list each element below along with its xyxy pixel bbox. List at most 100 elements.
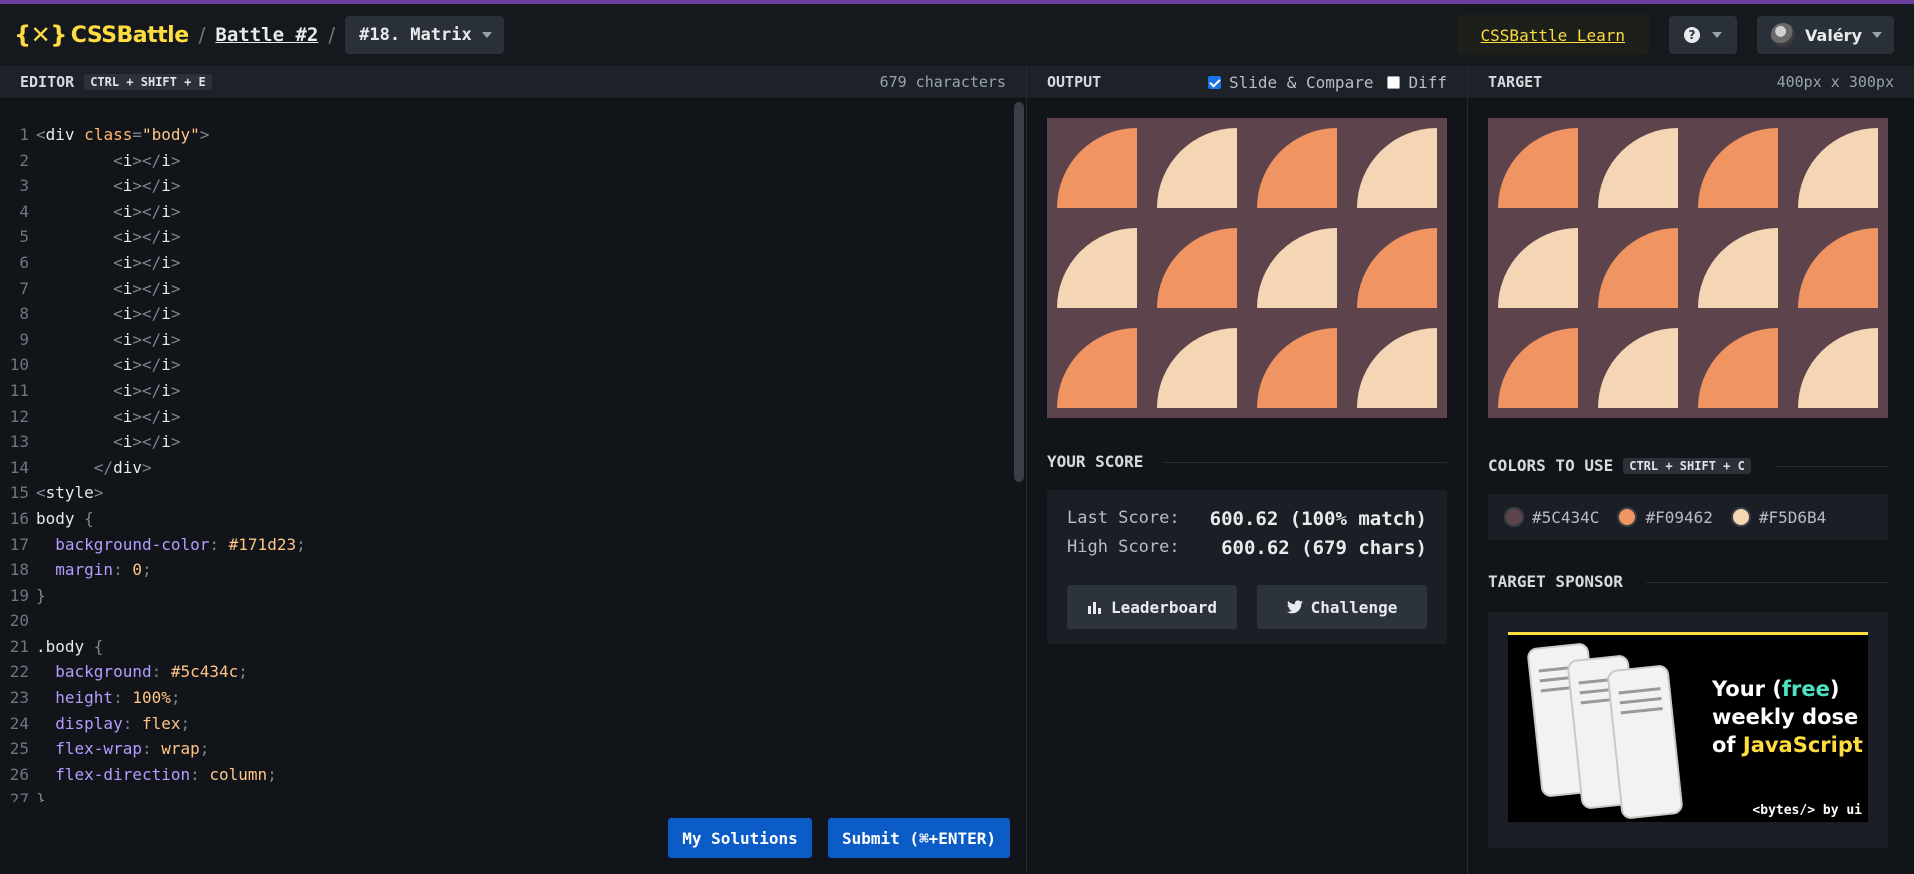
code-editor[interactable]: 1 < div class = "body" >2 < i ></i >3 < i ></i >4 <… (0, 122, 1010, 802)
quarter-circle-tile (1698, 228, 1778, 308)
color-swatch[interactable]: #F5D6B4 (1730, 507, 1826, 527)
output-header: OUTPUT Slide & Compare Diff (1027, 66, 1467, 98)
high-score-value: 600.62 (679 chars) (1221, 537, 1427, 559)
submit-button[interactable]: Submit (⌘+ENTER) (828, 818, 1010, 858)
quarter-circle-tile (1798, 328, 1878, 408)
code-token: i (161, 380, 171, 400)
code-token: > (199, 125, 210, 144)
twitter-icon (1286, 600, 1303, 614)
leaderboard-button[interactable]: Leaderboard (1067, 585, 1237, 629)
logo[interactable]: {✕} CSSBattle (14, 21, 189, 49)
code-token: "body" (141, 125, 200, 144)
score-card: Last Score: 600.62 (100% match) High Sco… (1047, 490, 1447, 644)
line-number: 20 (9, 611, 29, 631)
sponsor-ad[interactable]: Your (free) weekly dose of JavaScript <b… (1508, 632, 1868, 822)
line-number: 5 (19, 227, 29, 247)
code-line: 13 < i ></i > (0, 429, 1010, 455)
code-token: > (170, 150, 181, 170)
code-token: } (36, 790, 46, 802)
output-canvas[interactable] (1047, 118, 1447, 418)
color-hex-label: #5C434C (1532, 507, 1600, 527)
slide-compare-checkbox[interactable]: Slide & Compare (1207, 73, 1373, 92)
code-token: ></ (132, 355, 162, 375)
code-token: ></ (132, 252, 162, 272)
code-token: 100% (132, 688, 171, 708)
avatar (1771, 23, 1796, 47)
help-menu-button[interactable]: ? (1669, 16, 1738, 54)
breadcrumb-battle-link[interactable]: Battle #2 (215, 24, 318, 46)
target-panel: TARGET 400px x 300px COLORS TO USE CTRL … (1468, 66, 1914, 874)
header: {✕} CSSBattle / Battle #2 / #18. Matrix … (0, 4, 1914, 66)
target-select[interactable]: #18. Matrix (345, 16, 504, 54)
editor-shortcut: CTRL + SHIFT + E (84, 74, 212, 90)
line-number: 15 (9, 483, 29, 503)
leaderboard-label: Leaderboard (1111, 597, 1217, 617)
code-token: ></ (132, 278, 162, 298)
color-swatch[interactable]: #5C434C (1504, 507, 1599, 527)
code-token: i (161, 304, 171, 324)
code-token: > (170, 380, 181, 400)
code-token: wrap (161, 739, 200, 759)
quarter-circle-tile (1257, 128, 1337, 208)
quarter-circle-tile (1357, 128, 1437, 208)
code-token: i (161, 150, 171, 170)
last-score-row: Last Score: 600.62 (100% match) (1067, 508, 1427, 530)
sponsor-headline: Your (free) weekly dose of JavaScript (1712, 677, 1863, 757)
code-token: } (36, 585, 46, 605)
line-number: 8 (19, 304, 29, 324)
code-line: 21 .body { (0, 634, 1010, 660)
colors-shortcut: CTRL + SHIFT + C (1623, 457, 1751, 474)
learn-link[interactable]: CSSBattle Learn (1456, 15, 1650, 55)
quarter-circle-tile (1357, 328, 1437, 408)
sponsor-title: TARGET SPONSOR (1488, 572, 1623, 591)
sponsor-brand: <bytes/> by ui (1752, 803, 1862, 818)
editor-title: EDITOR (20, 73, 75, 91)
code-token: { (84, 508, 94, 528)
chevron-down-icon (1712, 32, 1723, 38)
code-token: ></ (132, 201, 162, 221)
code-line: 1 < div class = "body" > (0, 122, 1010, 148)
line-number: 14 (9, 457, 29, 477)
code-token: ; (296, 534, 306, 554)
code-token: i (161, 329, 171, 349)
code-token: > (170, 355, 181, 375)
code-token: ></ (132, 176, 162, 196)
line-number: 7 (19, 278, 29, 298)
challenge-button[interactable]: Challenge (1257, 585, 1427, 629)
code-token: i (161, 176, 171, 196)
editor-header: EDITOR CTRL + SHIFT + E 679 characters (0, 66, 1026, 98)
code-token: column (209, 764, 268, 784)
code-token: #171d23 (228, 534, 297, 554)
line-number: 25 (9, 739, 29, 759)
line-number: 17 (9, 534, 29, 554)
bar-chart-icon (1088, 602, 1102, 614)
code-token: = (132, 125, 142, 144)
code-token: > (170, 304, 181, 324)
target-canvas (1488, 118, 1888, 418)
line-number: 13 (9, 432, 29, 452)
code-line: 26 flex-direction: column; (0, 762, 1010, 788)
code-token: ; (238, 662, 248, 682)
code-token: > (170, 278, 181, 298)
breadcrumb-separator: / (328, 23, 336, 47)
line-number: 26 (9, 764, 29, 784)
editor-scrollbar[interactable] (1014, 102, 1024, 482)
code-token: div (45, 125, 75, 144)
my-solutions-button[interactable]: My Solutions (668, 818, 812, 858)
color-swatch[interactable]: #F09462 (1617, 507, 1713, 527)
code-token: ></ (132, 380, 162, 400)
code-token: i (161, 432, 171, 452)
user-menu-button[interactable]: Valéry (1757, 16, 1894, 54)
code-token: > (170, 252, 181, 272)
code-line: 24 display: flex; (0, 711, 1010, 737)
quarter-circle-tile (1598, 328, 1678, 408)
code-token: > (170, 176, 181, 196)
quarter-circle-tile (1498, 228, 1578, 308)
quarter-circle-tile (1598, 228, 1678, 308)
code-line: 7 < i ></i > (0, 276, 1010, 302)
diff-label: Diff (1408, 72, 1447, 92)
diff-checkbox[interactable]: Diff (1387, 73, 1447, 92)
line-number: 2 (19, 150, 29, 170)
code-token: i (122, 355, 133, 375)
chevron-down-icon (481, 32, 492, 38)
